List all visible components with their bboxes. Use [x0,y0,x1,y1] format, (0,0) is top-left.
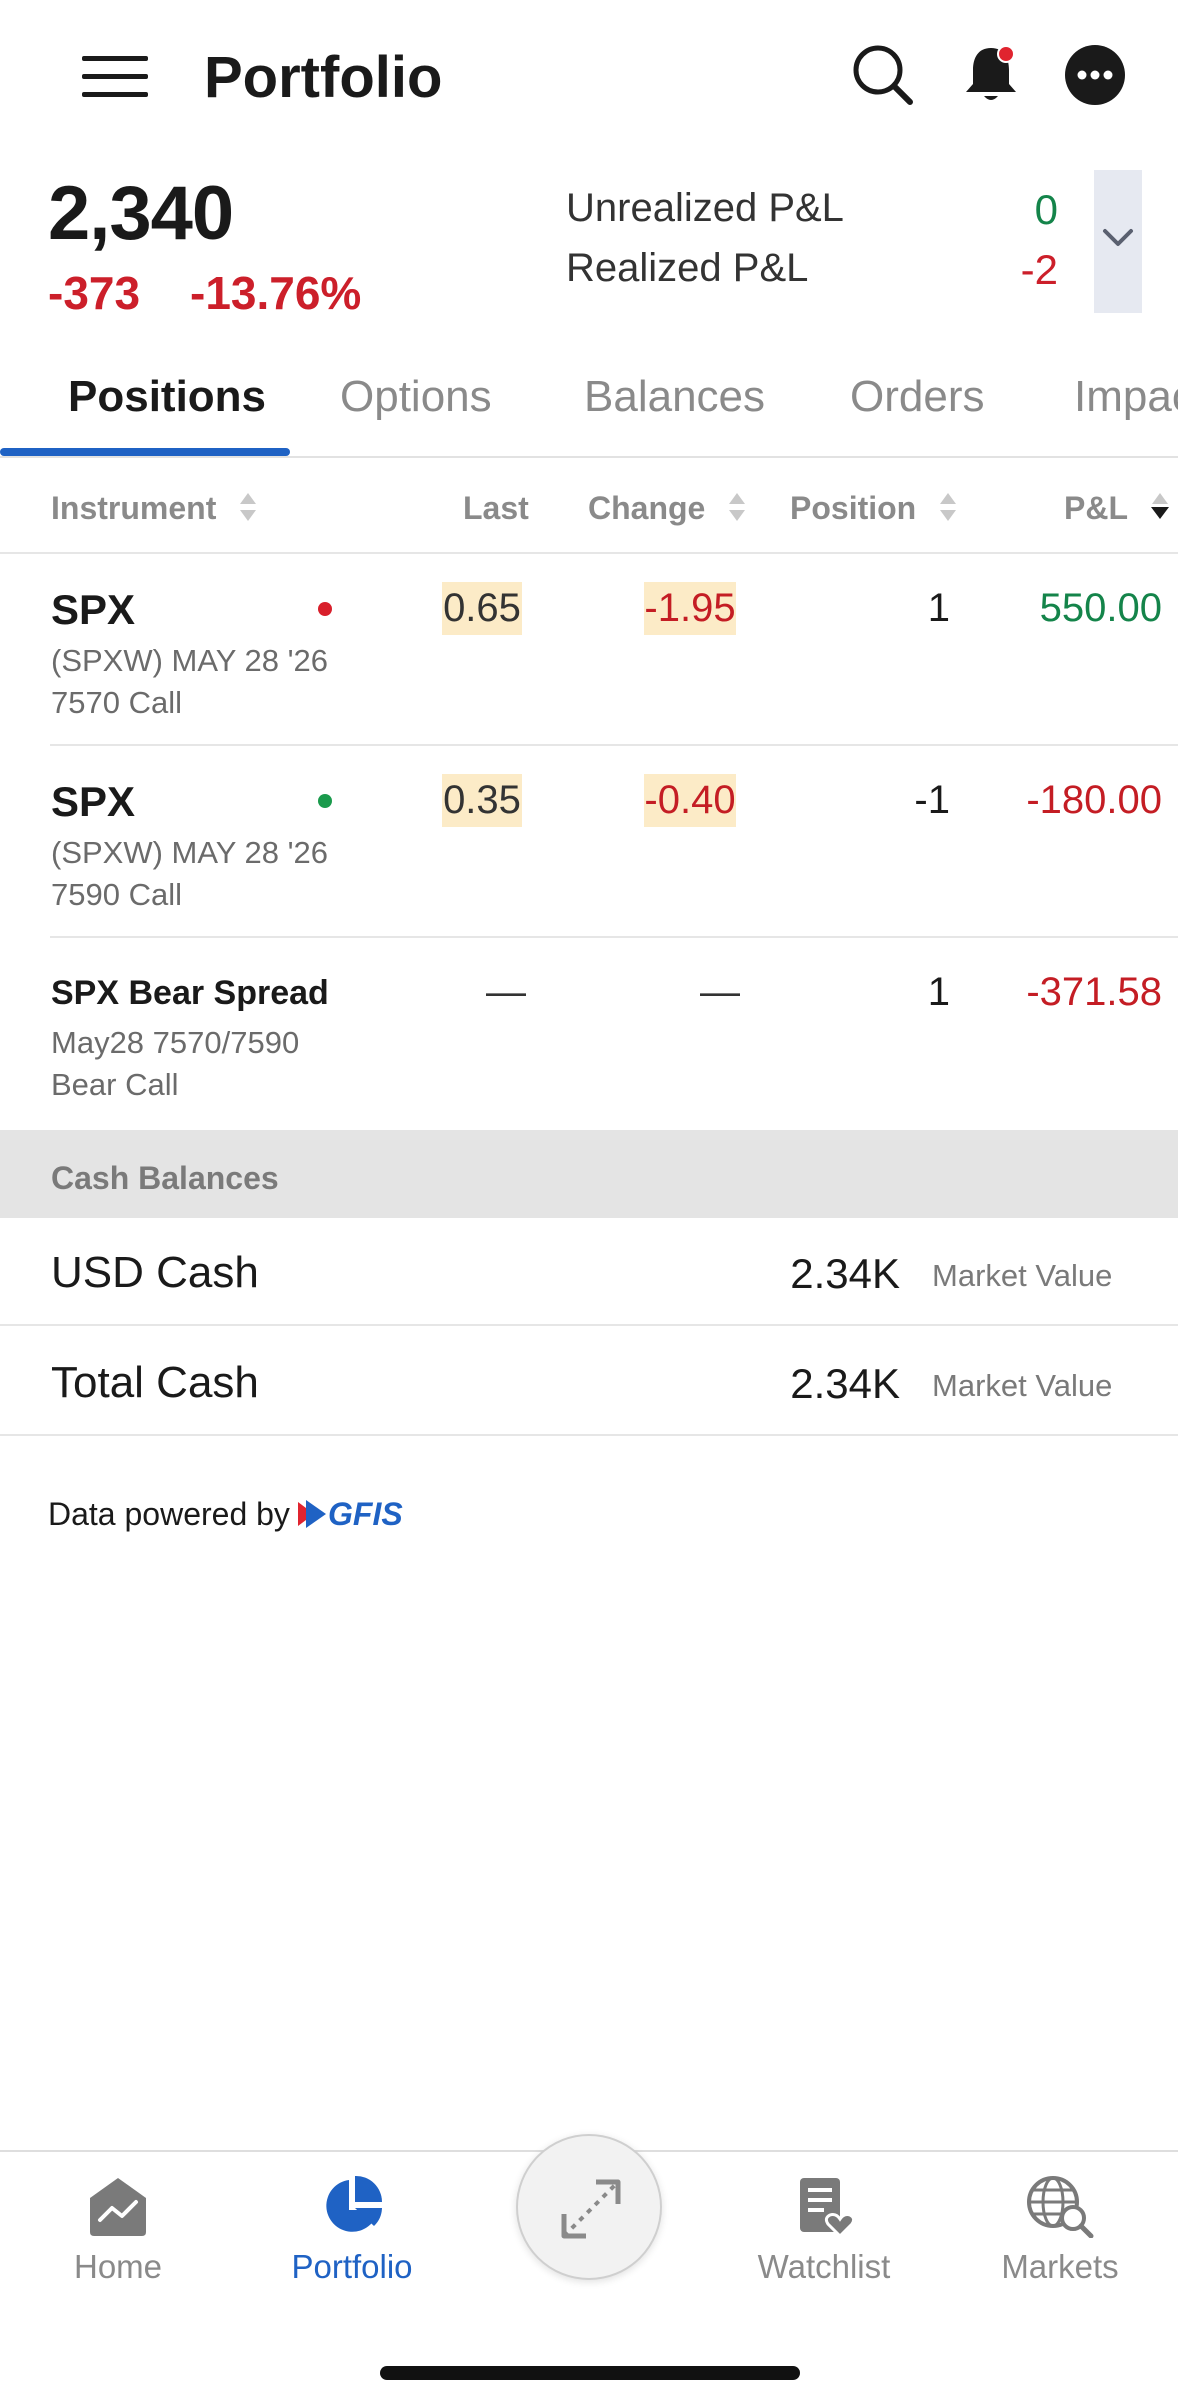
table-row[interactable]: SPX (SPXW) MAY 28 '26 7590 Call 0.35 -0.… [0,748,1178,938]
active-tab-indicator [0,448,290,456]
column-header-last[interactable]: Last [463,490,529,527]
instrument-symbol: SPX Bear Spread [51,974,329,1012]
app-header: Portfolio [0,0,1178,150]
price-change: -1.95 [644,582,736,635]
hamburger-icon[interactable] [82,52,150,100]
column-header-pl[interactable]: P&L [1064,490,1170,527]
table-row[interactable]: SPX Bear Spread May28 7570/7590 Bear Cal… [0,940,1178,1130]
pie-chart-icon [326,2175,382,2232]
instrument-detail: Bear Call [51,1067,179,1102]
tab-options[interactable]: Options [340,372,492,422]
powered-by-text: Data powered by [48,1496,290,1532]
instrument-detail: (SPXW) MAY 28 '26 [51,643,328,678]
cash-label: Total Cash [51,1358,259,1407]
column-header-instrument[interactable]: Instrument [51,490,257,527]
sort-icon [240,492,257,521]
status-dot [318,602,332,616]
nav-watchlist[interactable]: Watchlist [734,2174,914,2334]
home-indicator [380,2366,800,2380]
gfis-logo: GFIS [294,1492,404,1541]
instrument-symbol: SPX [51,586,136,633]
sort-desc-icon [1151,492,1170,519]
realized-pl-value: -2 [1020,246,1058,293]
price-change: — [700,970,740,1014]
cash-row-usd[interactable]: USD Cash 2.34K Market Value [0,1218,1178,1326]
unrealized-pl-label: Unrealized P&L [566,186,844,230]
section-title: Cash Balances [51,1160,279,1196]
last-price: 0.65 [442,582,522,635]
logo-text: GFIS [328,1496,403,1532]
cash-row-total[interactable]: Total Cash 2.34K Market Value [0,1328,1178,1436]
instrument-detail: 7590 Call [51,877,182,912]
cash-balances-header: Cash Balances [0,1130,1178,1218]
last-price: 0.35 [442,774,522,827]
tab-impact[interactable]: Impac [1074,372,1178,422]
cash-value: 2.34K [790,1360,900,1407]
position-qty: 1 [927,586,950,630]
position-pl: -180.00 [1026,778,1162,822]
sort-icon [940,492,957,521]
unrealized-pl-value: 0 [1034,186,1058,233]
nav-home[interactable]: Home [28,2174,208,2334]
positions-table-header: Instrument Last Change Position P&L [0,460,1178,554]
realized-pl-label: Realized P&L [566,246,809,290]
column-label: P&L [1064,490,1128,526]
watchlist-icon [800,2178,856,2238]
position-pl: 550.00 [1039,586,1162,630]
column-label: Change [588,490,706,526]
status-dot [318,794,332,808]
home-chart-icon [90,2178,146,2236]
expand-arrows-icon [561,2179,621,2239]
nav-label: Markets [1001,2248,1119,2285]
more-icon[interactable] [1060,40,1130,110]
cash-value-type: Market Value [932,1258,1113,1293]
position-pl: -371.58 [1026,970,1162,1014]
instrument-detail: May28 7570/7590 [51,1025,300,1060]
page-title: Portfolio [204,45,443,110]
cash-label: USD Cash [51,1248,259,1297]
cash-value-type: Market Value [932,1368,1113,1403]
column-label: Instrument [51,490,217,526]
bell-icon[interactable] [956,40,1026,110]
cash-value: 2.34K [790,1250,900,1297]
tab-orders[interactable]: Orders [850,372,984,422]
nav-label: Portfolio [291,2248,413,2285]
tab-positions[interactable]: Positions [68,372,266,422]
expand-fab-button[interactable] [516,2134,662,2280]
globe-search-icon [1027,2176,1094,2238]
sort-icon [729,492,746,521]
column-header-position[interactable]: Position [790,490,957,527]
nav-portfolio[interactable]: Portfolio [262,2174,442,2334]
position-qty: 1 [927,970,950,1014]
position-qty: -1 [914,778,950,822]
expand-summary-button[interactable] [1094,170,1142,313]
price-change: -0.40 [644,774,736,827]
nav-label: Home [73,2248,163,2285]
tab-balances[interactable]: Balances [584,372,765,422]
instrument-symbol: SPX [51,778,136,825]
last-price: — [486,970,526,1014]
chevron-down-icon [1103,229,1133,246]
column-label: Position [790,490,917,526]
total-change-pct: -13.76% [190,267,362,319]
table-row[interactable]: SPX (SPXW) MAY 28 '26 7570 Call 0.65 -1.… [0,556,1178,746]
instrument-detail: 7570 Call [51,685,182,720]
row-divider [50,936,1178,938]
nav-markets[interactable]: Markets [970,2174,1150,2334]
total-change: -373 [48,267,141,319]
instrument-detail: (SPXW) MAY 28 '26 [51,835,328,870]
tab-bar: Positions Options Balances Orders Impac [0,352,1178,458]
column-header-change[interactable]: Change [588,490,746,527]
total-value: 2,340 [48,171,234,256]
nav-label: Watchlist [757,2248,891,2285]
portfolio-summary: 2,340 -373 -13.76% Unrealized P&L 0 Real… [0,160,1178,330]
search-icon[interactable] [848,40,918,110]
row-divider [50,744,1178,746]
